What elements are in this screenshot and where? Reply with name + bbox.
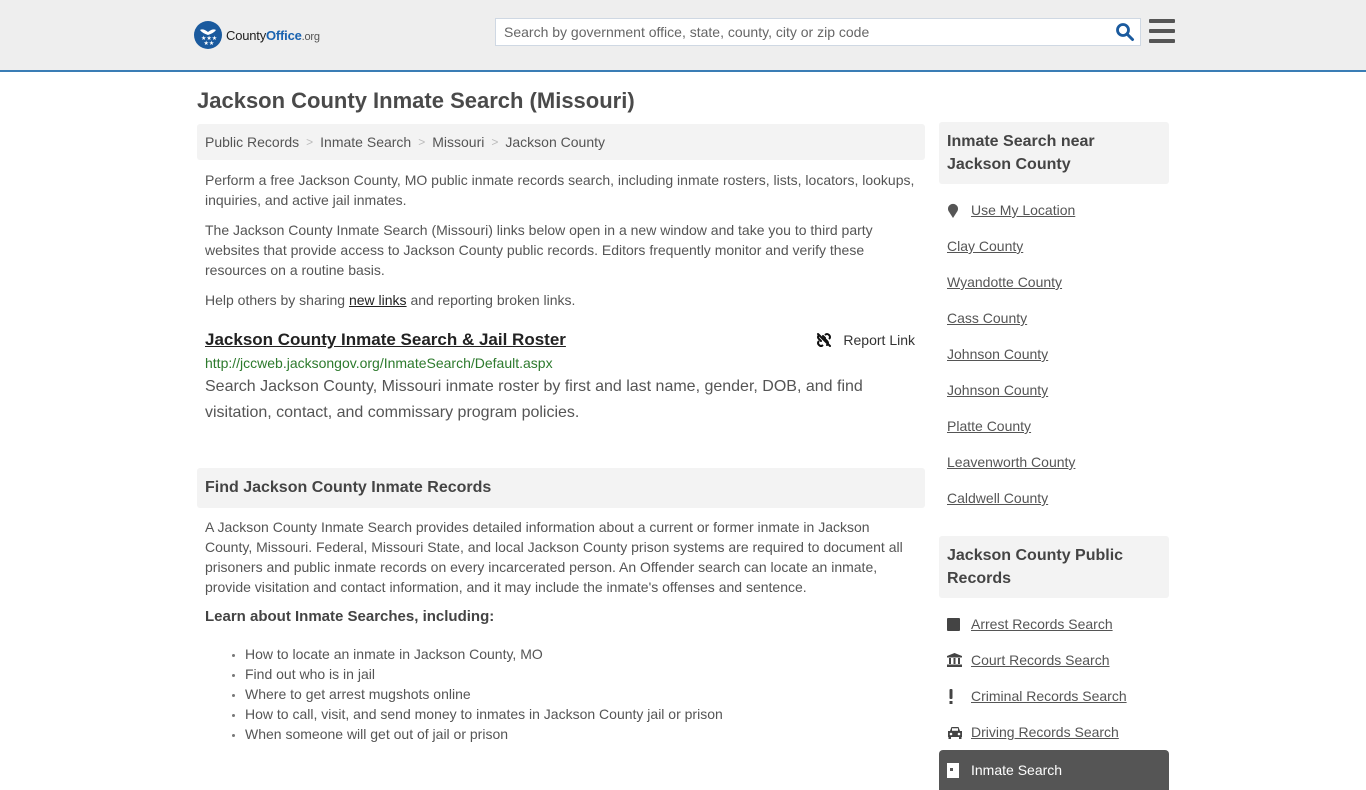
map-pin-icon <box>947 203 963 218</box>
breadcrumb-inmate-search[interactable]: Inmate Search <box>320 134 411 150</box>
courthouse-icon <box>947 653 963 667</box>
list-item: Find out who is in jail <box>245 664 925 684</box>
learn-heading: Learn about Inmate Searches, including: <box>205 608 495 625</box>
breadcrumb-missouri[interactable]: Missouri <box>432 134 484 150</box>
driving-records-link[interactable]: Driving Records Search <box>971 724 1119 740</box>
hamburger-menu-icon[interactable] <box>1149 19 1175 43</box>
public-records-list: Arrest Records Search Court Records Sear… <box>939 606 1169 790</box>
disclaimer-paragraph: The Jackson County Inmate Search (Missou… <box>205 222 873 278</box>
county-link[interactable]: Platte County <box>947 418 1031 434</box>
logo-office: Office <box>266 27 302 43</box>
use-location-item[interactable]: Use My Location <box>947 192 1161 228</box>
sidebar-county-link[interactable]: Caldwell County <box>947 480 1161 516</box>
county-link[interactable]: Johnson County <box>947 382 1048 398</box>
exclamation-icon <box>947 688 963 704</box>
intro-paragraph: Perform a free Jackson County, MO public… <box>205 172 915 208</box>
share-text: Help others by sharing <box>205 292 349 308</box>
result-title-link[interactable]: Jackson County Inmate Search & Jail Rost… <box>205 330 566 350</box>
logo-org: .org <box>301 30 320 43</box>
breadcrumb-separator: > <box>418 135 426 149</box>
county-link[interactable]: Johnson County <box>947 346 1048 362</box>
breadcrumb-jackson-county[interactable]: Jackson County <box>505 134 605 150</box>
sidebar: Inmate Search near Jackson County Use My… <box>939 122 1169 790</box>
sidebar-county-link[interactable]: Johnson County <box>947 336 1161 372</box>
list-item: How to call, visit, and send money to in… <box>245 704 925 724</box>
nearby-heading: Inmate Search near Jackson County <box>939 122 1169 184</box>
sidebar-county-link[interactable]: Cass County <box>947 300 1161 336</box>
result-item: Jackson County Inmate Search & Jail Rost… <box>197 330 925 426</box>
report-link-button[interactable]: Report Link <box>816 332 915 348</box>
new-links-link[interactable]: new links <box>349 292 407 308</box>
site-search <box>495 18 1141 46</box>
sidebar-item-arrest-records[interactable]: Arrest Records Search <box>947 606 1161 642</box>
court-records-link[interactable]: Court Records Search <box>971 652 1110 668</box>
report-link-label: Report Link <box>843 332 915 348</box>
logo-wordmark: CountyOffice.org <box>226 28 320 43</box>
find-records-paragraph: A Jackson County Inmate Search provides … <box>205 519 903 595</box>
share-paragraph: Help others by sharing new links and rep… <box>197 290 925 310</box>
eagle-stars-logo-icon: ★★★ ★★ <box>194 21 222 49</box>
breadcrumb: Public Records > Inmate Search > Missour… <box>197 124 925 160</box>
nearby-list: Use My Location Clay County Wyandotte Co… <box>939 192 1169 516</box>
list-item: How to locate an inmate in Jackson Count… <box>245 644 925 664</box>
county-link[interactable]: Leavenworth County <box>947 454 1075 470</box>
site-header: ★★★ ★★ CountyOffice.org <box>0 0 1366 72</box>
result-url: http://jccweb.jacksongov.org/InmateSearc… <box>205 355 553 371</box>
criminal-records-link[interactable]: Criminal Records Search <box>971 688 1127 704</box>
county-link[interactable]: Caldwell County <box>947 490 1048 506</box>
search-icon <box>1116 23 1134 41</box>
car-icon <box>947 726 963 739</box>
main-content: Public Records > Inmate Search > Missour… <box>197 124 925 744</box>
list-item: When someone will get out of jail or pri… <box>245 724 925 744</box>
door-icon <box>947 762 963 778</box>
result-description: Search Jackson County, Missouri inmate r… <box>205 378 863 421</box>
search-input[interactable] <box>496 19 1110 45</box>
find-records-heading: Find Jackson County Inmate Records <box>197 468 925 508</box>
county-link[interactable]: Wyandotte County <box>947 274 1062 290</box>
share-text-end: and reporting broken links. <box>406 292 576 308</box>
sidebar-item-inmate-search[interactable]: Inmate Search <box>939 750 1169 790</box>
learn-list: How to locate an inmate in Jackson Count… <box>197 644 925 744</box>
sidebar-county-link[interactable]: Clay County <box>947 228 1161 264</box>
square-icon <box>947 617 963 631</box>
search-button[interactable] <box>1110 19 1140 45</box>
county-link[interactable]: Clay County <box>947 238 1023 254</box>
breadcrumb-public-records[interactable]: Public Records <box>205 134 299 150</box>
sidebar-item-driving-records[interactable]: Driving Records Search <box>947 714 1161 750</box>
breadcrumb-separator: > <box>491 135 499 149</box>
list-item: Where to get arrest mugshots online <box>245 684 925 704</box>
sidebar-county-link[interactable]: Leavenworth County <box>947 444 1161 480</box>
page-title: Jackson County Inmate Search (Missouri) <box>197 88 635 113</box>
use-location-link[interactable]: Use My Location <box>971 202 1075 218</box>
sidebar-county-link[interactable]: Platte County <box>947 408 1161 444</box>
sidebar-item-court-records[interactable]: Court Records Search <box>947 642 1161 678</box>
arrest-records-link[interactable]: Arrest Records Search <box>971 616 1113 632</box>
sidebar-county-link[interactable]: Johnson County <box>947 372 1161 408</box>
broken-link-icon <box>817 333 832 347</box>
inmate-search-link[interactable]: Inmate Search <box>971 762 1062 778</box>
logo-county: County <box>226 27 266 43</box>
svg-text:★★: ★★ <box>204 40 215 46</box>
site-logo[interactable]: ★★★ ★★ CountyOffice.org <box>194 21 320 49</box>
sidebar-item-criminal-records[interactable]: Criminal Records Search <box>947 678 1161 714</box>
public-records-heading: Jackson County Public Records <box>939 536 1169 598</box>
county-link[interactable]: Cass County <box>947 310 1027 326</box>
sidebar-county-link[interactable]: Wyandotte County <box>947 264 1161 300</box>
breadcrumb-separator: > <box>306 135 314 149</box>
